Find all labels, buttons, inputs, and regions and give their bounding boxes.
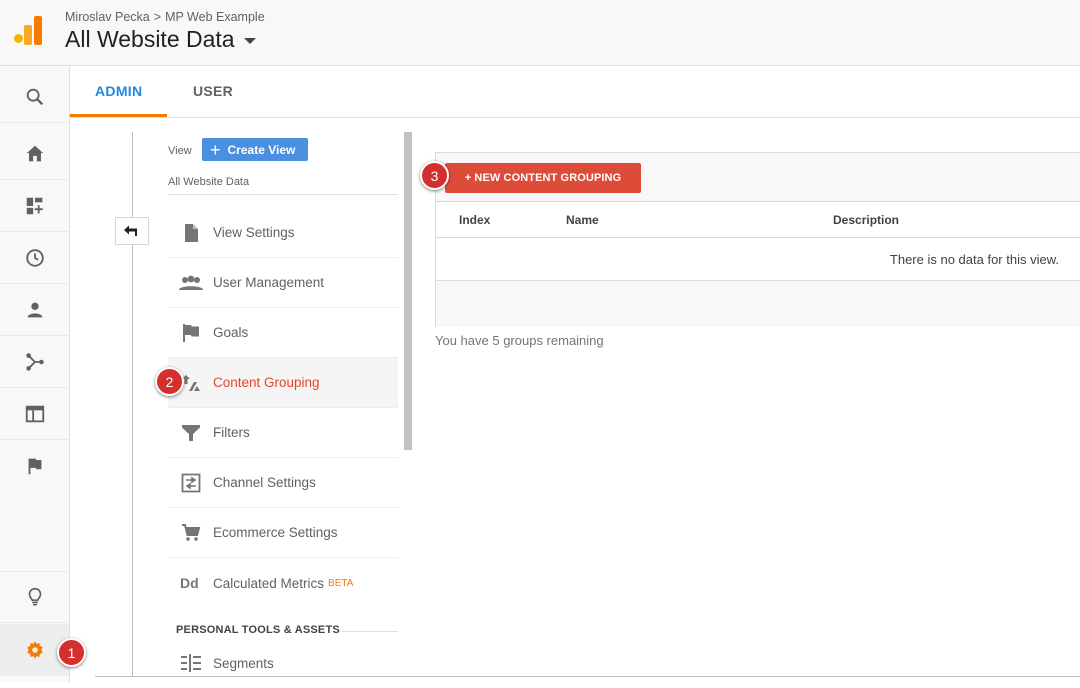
column-header-name[interactable]: Name [566, 213, 599, 227]
svg-text:Dd: Dd [180, 575, 199, 591]
step-marker-1: 1 [57, 638, 86, 667]
beta-badge: BETA [328, 577, 354, 589]
column-divider [132, 132, 133, 677]
nav-search[interactable] [0, 71, 69, 123]
plus-icon: + [210, 139, 221, 160]
column-header-index[interactable]: Index [459, 213, 490, 227]
menu-item-ecommerce-settings[interactable]: Ecommerce Settings [168, 508, 398, 558]
tab-admin[interactable]: ADMIN [95, 83, 142, 99]
people-icon [178, 275, 203, 290]
left-navigation [0, 66, 70, 682]
nav-acquisition[interactable] [0, 336, 69, 388]
divider [168, 194, 398, 195]
column-header-description[interactable]: Description [833, 213, 899, 227]
back-arrow-icon [124, 225, 137, 236]
create-view-button[interactable]: + Create View [202, 138, 308, 161]
nav-home[interactable] [0, 128, 69, 180]
nav-customization[interactable] [0, 180, 69, 232]
breadcrumb-property[interactable]: MP Web Example [165, 10, 265, 24]
menu-item-filters[interactable]: Filters [168, 408, 398, 458]
search-icon [26, 88, 43, 105]
step-marker-2: 2 [155, 367, 184, 396]
segments-icon [180, 654, 201, 672]
audience-person-icon [27, 302, 42, 317]
groups-remaining-text: You have 5 groups remaining [435, 333, 604, 348]
view-title[interactable]: All Website Data [65, 26, 235, 53]
scrollbar[interactable] [404, 132, 412, 450]
menu-item-label: Filters [213, 425, 250, 440]
view-label: View [168, 145, 192, 157]
behavior-icon [25, 405, 44, 422]
menu-item-label: Goals [213, 325, 249, 340]
create-view-label: Create View [227, 142, 296, 157]
divider [95, 676, 1080, 677]
content-grouping-panel: + NEW CONTENT GROUPING Index Name Descri… [435, 152, 1080, 327]
admin-user-tabs: ADMIN USER [70, 66, 1080, 118]
menu-item-label: View Settings [213, 225, 295, 240]
empty-message: There is no data for this view. [889, 252, 1059, 267]
menu-item-channel-settings[interactable]: Channel Settings [168, 458, 398, 508]
admin-gear-icon [26, 641, 43, 659]
view-selector[interactable]: All Website Data [65, 26, 256, 53]
breadcrumb[interactable]: Miroslav Pecka > MP Web Example [65, 10, 265, 24]
nav-discover[interactable] [0, 571, 69, 623]
menu-item-content-grouping[interactable]: Content Grouping [168, 358, 398, 408]
realtime-clock-icon [25, 248, 44, 267]
divider [342, 631, 398, 632]
lightbulb-icon [28, 587, 41, 606]
tab-user[interactable]: USER [193, 83, 233, 99]
menu-item-segments[interactable]: Segments [168, 638, 398, 688]
nav-behavior[interactable] [0, 388, 69, 440]
nav-audience[interactable] [0, 284, 69, 336]
caret-down-icon[interactable] [243, 38, 256, 44]
menu-item-label: Segments [213, 655, 274, 671]
breadcrumb-separator: > [153, 10, 162, 24]
menu-item-view-settings[interactable]: View Settings [168, 208, 398, 258]
step-marker-3: 3 [420, 161, 449, 190]
dd-icon: Dd [180, 575, 199, 591]
analytics-logo-icon[interactable] [14, 16, 44, 46]
nav-realtime[interactable] [0, 232, 69, 284]
flag-icon [182, 323, 199, 342]
cart-icon [181, 523, 200, 541]
new-content-grouping-button[interactable]: + NEW CONTENT GROUPING [445, 163, 641, 193]
current-view-name: All Website Data [168, 176, 250, 188]
channel-settings-icon [181, 473, 200, 492]
top-bar: Miroslav Pecka > MP Web Example All Websit… [0, 0, 1080, 66]
section-heading-personal-tools: PERSONAL TOOLS & ASSETS [176, 624, 340, 636]
panel-toolbar: + NEW CONTENT GROUPING [436, 153, 1080, 202]
collapse-back-button[interactable] [115, 217, 149, 245]
conversions-flag-icon [28, 457, 41, 475]
menu-item-label: Channel Settings [213, 475, 316, 490]
menu-item-label: User Management [213, 275, 325, 290]
menu-item-label: Calculated Metrics [213, 575, 325, 591]
active-tab-indicator [70, 114, 167, 117]
breadcrumb-account[interactable]: Miroslav Pecka [65, 10, 150, 24]
table-row: There is no data for this view. [436, 238, 1080, 281]
menu-item-goals[interactable]: Goals [168, 308, 398, 358]
panel-footer [436, 281, 1080, 327]
acquisition-icon [25, 352, 44, 371]
home-icon [26, 145, 43, 161]
menu-item-label: Content Grouping [213, 375, 320, 390]
nav-conversions[interactable] [0, 440, 69, 492]
filter-icon [181, 424, 200, 441]
menu-item-label: Ecommerce Settings [213, 525, 338, 540]
menu-item-calculated-metrics[interactable]: Dd Calculated Metrics BETA [168, 558, 398, 608]
menu-item-user-management[interactable]: User Management [168, 258, 398, 308]
customization-icon [26, 197, 43, 214]
table-header: Index Name Description [436, 202, 1080, 238]
document-icon [184, 223, 198, 242]
